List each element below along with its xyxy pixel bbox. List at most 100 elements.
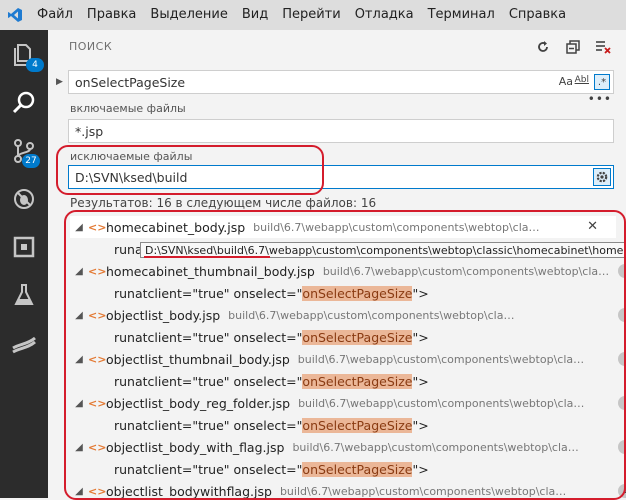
expanded-twisty-icon[interactable]: ◢ [70,222,88,233]
remote-button[interactable] [0,320,48,368]
result-match-row[interactable]: runatclient="true" onselect=" onSelectPag… [70,458,626,480]
remote-icon [10,330,38,359]
result-match-row[interactable]: runatclient="true" onselect=" onSelectPag… [70,370,626,392]
replace-toggle-icon[interactable]: ▶ [56,77,63,87]
menu-bar: Файл Правка Выделение Вид Перейти Отладк… [0,0,626,30]
result-match-row[interactable]: runatclient="true" onselect=" onSelectPag… [70,326,626,348]
use-exclude-settings-icon[interactable] [593,168,611,186]
result-file-path: build\6.7\webapp\custom\components\webto… [297,352,588,366]
expanded-twisty-icon[interactable]: ◢ [70,354,88,365]
result-file-path: build\6.7\webapp\custom\components\webto… [279,484,570,498]
match-highlight: onSelectPageSize [302,329,413,345]
result-file-name: objectlist_thumbnail_body.jsp [106,351,290,367]
include-label: включаемые файлы [70,102,186,115]
result-match-row[interactable]: runatclient="true" onselect=" onSelectPag… [70,414,626,436]
match-suffix: "> [412,285,429,301]
explorer-badge: 4 [26,58,44,72]
result-file-path: build\6.7\webapp\custom\components\webto… [298,396,588,410]
extensions-icon [11,234,37,263]
result-file-name: objectlist_body.jsp [106,307,221,323]
match-suffix: "> [412,373,429,389]
match-count-badge: 1 [618,440,626,454]
results-summary: Результатов: 16 в следующем числе файлов… [70,196,377,210]
menu-view[interactable]: Вид [235,0,275,30]
result-file-path: build\6.7\webapp\custom\components\webto… [292,440,583,454]
source-control-button[interactable]: 27 [0,128,48,176]
sidebar-actions [534,38,612,56]
html-file-icon: <> [88,484,107,498]
match-prefix: runatclient="true" onselect=" [114,373,303,389]
collapse-all-icon[interactable] [564,38,582,56]
exclude-files-value: D:\SVN\ksed\build [75,169,188,185]
menu-selection[interactable]: Выделение [143,0,234,30]
toggle-search-details-icon[interactable]: ••• [588,92,612,106]
expanded-twisty-icon[interactable]: ◢ [70,486,88,497]
html-file-icon: <> [88,440,107,454]
menu-help[interactable]: Справка [502,0,573,30]
clear-results-icon[interactable] [594,38,612,56]
expanded-twisty-icon[interactable]: ◢ [70,310,88,321]
include-files-value: *.jsp [75,123,104,139]
search-button[interactable] [0,80,48,128]
html-file-icon: <> [88,264,107,278]
result-file-row[interactable]: ◢ <> objectlist_body_with_flag.jsp build… [70,436,626,458]
result-file-row[interactable]: ◢ <> objectlist_thumbnail_body.jsp build… [70,348,626,370]
menu-edit[interactable]: Правка [80,0,143,30]
regex-toggle[interactable]: .* [594,74,610,90]
tooltip-underline-annotation [144,256,270,258]
result-file-name: objectlist_body_reg_folder.jsp [106,395,291,411]
explorer-button[interactable]: 4 [0,32,48,80]
result-file-name: homecabinet_body.jsp [106,219,246,235]
search-query-text: onSelectPageSize [75,74,186,90]
results-tree: ◢ <> homecabinet_body.jsp build\6.7\weba… [70,216,626,498]
result-file-path: build\6.7\webapp\custom\components\webto… [253,220,544,234]
match-case-toggle[interactable]: Aa [559,75,573,88]
bug-icon [11,186,37,215]
match-prefix: runatclient="true" onselect=" [114,417,303,433]
result-file-row[interactable]: ◢ <> homecabinet_body.jsp build\6.7\weba… [70,216,616,238]
html-file-icon: <> [88,396,107,410]
html-file-icon: <> [88,308,107,322]
match-count-badge: 1 [618,308,626,322]
match-highlight: onSelectPageSize [302,373,413,389]
refresh-icon[interactable] [534,38,552,56]
match-prefix: runatclient="true" onselect=" [114,329,303,345]
result-file-name: objectlist_bodywithflag.jsp [106,483,272,499]
match-highlight: onSelectPageSize [302,285,413,301]
html-file-icon: <> [88,352,107,366]
match-prefix: runatclient="true" onselect=" [114,285,303,301]
result-file-row[interactable]: ◢ <> objectlist_body_reg_folder.jsp buil… [70,392,626,414]
menu-file[interactable]: Файл [30,0,80,30]
menu-terminal[interactable]: Терминал [421,0,502,30]
match-prefix: runatclient="true" onselect=" [114,461,303,477]
expanded-twisty-icon[interactable]: ◢ [70,442,88,453]
expanded-twisty-icon[interactable]: ◢ [70,398,88,409]
menu-go[interactable]: Перейти [275,0,348,30]
test-button[interactable] [0,272,48,320]
result-file-row[interactable]: ◢ <> objectlist_bodywithflag.jsp build\6… [70,480,626,498]
match-highlight: onSelectPageSize [302,417,413,433]
exclude-files-input[interactable]: D:\SVN\ksed\build [68,165,614,189]
debug-button[interactable] [0,176,48,224]
result-file-row[interactable]: ◢ <> objectlist_body.jsp build\6.7\webap… [70,304,626,326]
menu-debug[interactable]: Отладка [348,0,421,30]
activity-bar: 4 27 [0,30,48,498]
search-input[interactable]: onSelectPageSize Aa Abl .* [68,70,614,94]
extensions-button[interactable] [0,224,48,272]
vscode-logo-icon [0,0,30,30]
include-files-input[interactable]: *.jsp [68,119,614,143]
result-match-row[interactable]: runatclient="true" onselect=" onSelectPag… [70,282,626,304]
html-file-icon: <> [88,220,107,234]
match-count-badge: 1 [618,484,626,498]
result-file-path: build\6.7\webapp\custom\components\webto… [322,264,613,278]
expanded-twisty-icon[interactable]: ◢ [70,266,88,277]
match-count-badge: 1 [618,352,626,366]
result-file-path: build\6.7\webapp\custom\components\webto… [228,308,518,322]
whole-word-toggle[interactable]: Abl [575,75,589,85]
dismiss-icon[interactable]: ✕ [587,219,598,234]
match-count-badge: 1 [618,264,626,278]
exclude-label: исключаемые файлы [70,150,193,163]
scm-badge: 27 [22,154,40,168]
result-file-row[interactable]: ◢ <> homecabinet_thumbnail_body.jsp buil… [70,260,626,282]
match-suffix: "> [412,417,429,433]
